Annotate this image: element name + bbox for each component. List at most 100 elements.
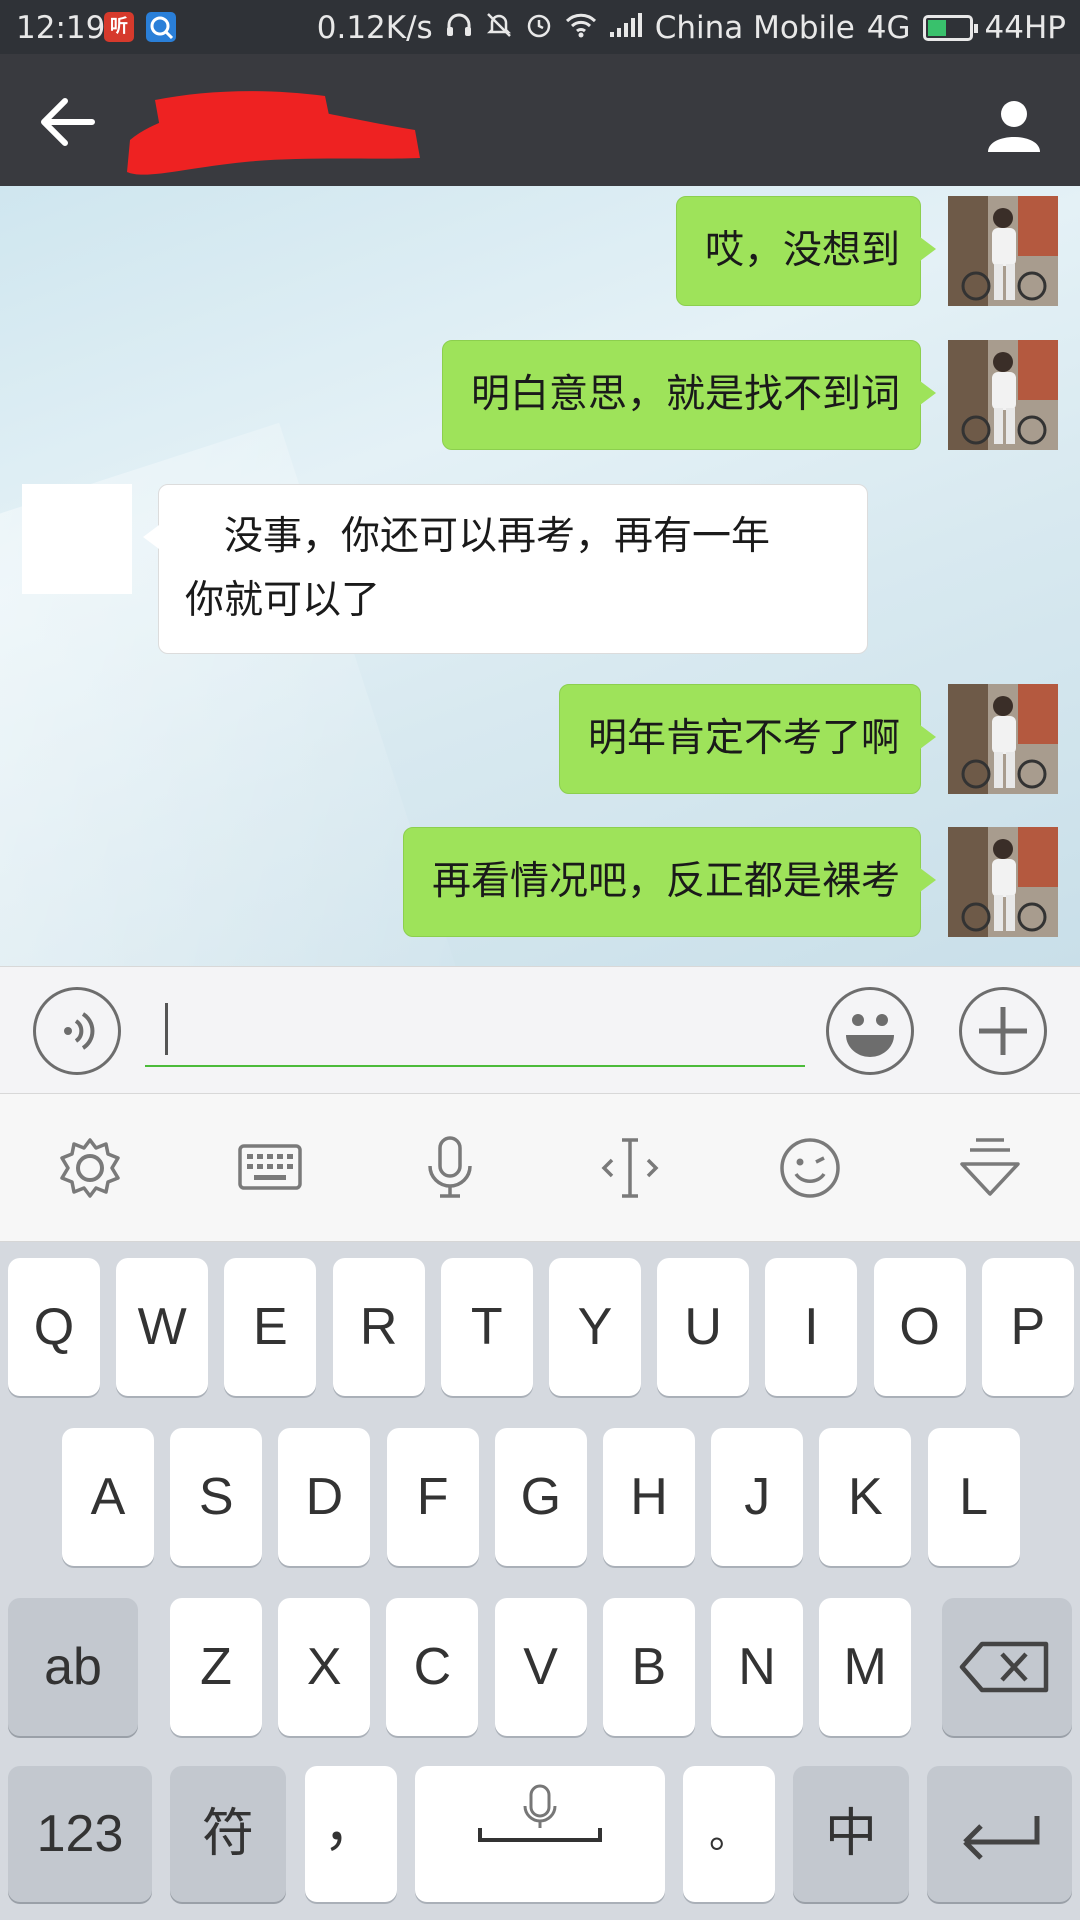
key-l[interactable]: L — [927, 1428, 1020, 1566]
enter-arrow-icon — [963, 1816, 1040, 1860]
key-label: S — [198, 1468, 234, 1526]
key-label: R — [359, 1298, 398, 1356]
key-label: X — [306, 1638, 342, 1696]
message-bubble-sent[interactable]: 明年肯定不考了啊 — [558, 684, 937, 794]
key-language[interactable]: 中 — [793, 1766, 909, 1902]
carrier-name: China Mobile — [654, 10, 855, 46]
key-label: C — [413, 1638, 452, 1696]
key-a[interactable]: A — [62, 1428, 154, 1566]
key-label: U — [684, 1298, 722, 1356]
key-label: I — [804, 1298, 819, 1356]
my-avatar[interactable] — [948, 196, 1058, 306]
key-w[interactable]: W — [116, 1258, 209, 1396]
key-b[interactable]: B — [602, 1598, 695, 1736]
contact-info-icon[interactable] — [984, 94, 1044, 154]
key-label: K — [848, 1468, 883, 1526]
message-text-line: 没事，你还可以再考，再有一年 — [185, 514, 771, 559]
my-avatar[interactable] — [948, 684, 1058, 794]
key-z[interactable]: Z — [170, 1598, 262, 1736]
status-time: 12:19 — [16, 10, 106, 46]
key-i[interactable]: I — [765, 1258, 858, 1396]
alarm-icon — [525, 11, 553, 46]
microphone-icon[interactable] — [416, 1134, 484, 1202]
key-f[interactable]: F — [386, 1428, 479, 1566]
plus-icon — [979, 1007, 1027, 1055]
message-bubble-sent[interactable]: 明白意思，就是找不到词 — [441, 340, 937, 450]
key-m[interactable]: M — [819, 1598, 912, 1736]
key-label: D — [305, 1468, 344, 1526]
key-o[interactable]: O — [873, 1258, 966, 1396]
key-label: P — [1010, 1298, 1046, 1356]
key-y[interactable]: Y — [549, 1258, 641, 1396]
my-avatar[interactable] — [948, 340, 1058, 450]
key-label: H — [630, 1468, 668, 1526]
key-s[interactable]: S — [170, 1428, 263, 1566]
key-enter[interactable] — [927, 1766, 1072, 1902]
back-arrow-icon[interactable] — [38, 92, 98, 152]
key-h[interactable]: H — [603, 1428, 695, 1566]
key-label: 。 — [709, 1812, 749, 1856]
key-d[interactable]: D — [278, 1428, 371, 1566]
translate-app-icon — [146, 12, 176, 42]
battery-fill — [927, 20, 946, 36]
message-text: 明年肯定不考了啊 — [587, 716, 900, 761]
message-bubble-sent[interactable]: 哎，没想到 — [675, 196, 937, 306]
chat-message-list[interactable]: 哎，没想到 明白意思，就是找不到词 没事，你还可以再考，再有一年 你就可以了 明… — [0, 186, 1080, 966]
headphones-icon — [445, 11, 473, 46]
soft-keyboard: 123 符 ， 。 中 ab Q W E R T Y U I O P A S D F G H J K L Z X C V B N… — [0, 1242, 1080, 1920]
key-label: F — [416, 1468, 449, 1526]
key-ab[interactable]: ab — [8, 1598, 138, 1736]
gear-icon[interactable] — [56, 1134, 124, 1202]
key-label: M — [843, 1638, 887, 1696]
key-backspace[interactable] — [942, 1598, 1072, 1736]
key-v[interactable]: V — [494, 1598, 587, 1736]
avatar-photo — [948, 684, 1058, 794]
key-t[interactable]: T — [440, 1258, 533, 1396]
key-period[interactable]: 。 — [683, 1766, 775, 1902]
key-c[interactable]: C — [386, 1598, 479, 1736]
message-bubble-sent[interactable]: 再看情况吧，反正都是裸考 — [402, 827, 937, 937]
key-symbols[interactable]: 符 — [170, 1766, 286, 1902]
status-right-group: 0.12K/s China Mobile 4G 44HP — [317, 10, 1066, 46]
hide-keyboard-icon[interactable] — [956, 1134, 1024, 1202]
key-j[interactable]: J — [711, 1428, 804, 1566]
key-label: 符 — [201, 1805, 254, 1863]
keyboard-toolbar — [0, 1094, 1080, 1242]
avatar-photo — [948, 827, 1058, 937]
key-q[interactable]: Q — [8, 1258, 100, 1396]
emoticon-icon[interactable] — [776, 1134, 844, 1202]
chat-header — [0, 54, 1080, 186]
cursor-move-icon[interactable] — [596, 1134, 664, 1202]
my-avatar[interactable] — [948, 827, 1058, 937]
message-input[interactable] — [145, 995, 805, 1067]
voice-input-button[interactable] — [33, 987, 121, 1075]
key-comma[interactable]: ， — [305, 1766, 397, 1902]
key-g[interactable]: G — [494, 1428, 587, 1566]
key-numbers[interactable]: 123 — [8, 1766, 152, 1902]
message-text-line: 你就可以了 — [185, 578, 381, 623]
keyboard-icon[interactable] — [236, 1134, 304, 1202]
listen-app-icon: 听 — [104, 12, 134, 42]
wifi-icon — [565, 11, 597, 46]
message-text: 明白意思，就是找不到词 — [470, 372, 900, 417]
more-actions-button[interactable] — [959, 987, 1047, 1075]
key-label: T — [470, 1298, 503, 1356]
avatar-photo — [948, 196, 1058, 306]
network-speed: 0.12K/s — [316, 10, 433, 46]
key-r[interactable]: R — [332, 1258, 425, 1396]
key-k[interactable]: K — [819, 1428, 912, 1566]
key-u[interactable]: U — [657, 1258, 750, 1396]
key-label: V — [523, 1638, 558, 1696]
status-bar: 12:19 听 0.12K/s China Mobile 4G 44HP — [0, 0, 1080, 54]
key-n[interactable]: N — [711, 1598, 803, 1736]
key-label: Z — [200, 1638, 232, 1696]
key-e[interactable]: E — [224, 1258, 317, 1396]
key-x[interactable]: X — [278, 1598, 371, 1736]
contact-avatar[interactable] — [22, 484, 132, 594]
key-space[interactable] — [415, 1766, 665, 1902]
message-bubble-received[interactable]: 没事，你还可以再考，再有一年 你就可以了 — [143, 484, 868, 654]
key-label: G — [520, 1468, 562, 1526]
key-p[interactable]: P — [981, 1258, 1074, 1396]
backspace-icon — [959, 1641, 1049, 1693]
emoji-button[interactable] — [826, 987, 914, 1075]
